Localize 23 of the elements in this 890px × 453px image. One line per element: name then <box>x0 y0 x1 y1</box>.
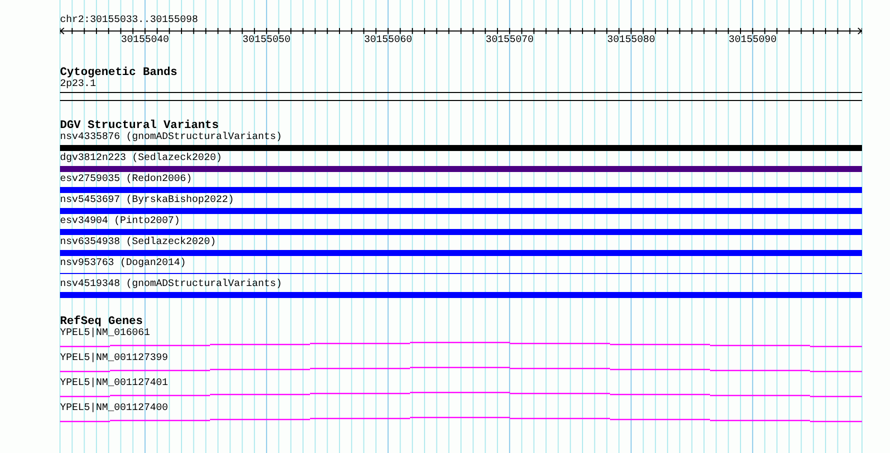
band-label: 2p23.1 <box>60 79 96 91</box>
variant-label: dgv3812n223 (Sedlazeck2020) <box>60 153 222 165</box>
gene-label: YPEL5|NM_001127399 <box>60 353 168 365</box>
variant-label: nsv953763 (Dogan2014) <box>60 258 186 270</box>
gene-label: YPEL5|NM_001127400 <box>60 403 168 415</box>
gene-label: YPEL5|NM_001127401 <box>60 378 168 390</box>
variant-label: nsv4335876 (gnomADStructuralVariants) <box>60 132 282 144</box>
tick-label: 30155060 <box>364 35 412 47</box>
region-label: chr2:30155033..30155098 <box>60 15 198 27</box>
track-title: RefSeq Genes <box>60 316 143 328</box>
tick-label: 30155040 <box>121 35 170 47</box>
variant-label: nsv5453697 (ByrskaBishop2022) <box>60 195 234 207</box>
variant-label: nsv6354938 (Sedlazeck2020) <box>60 237 216 249</box>
gene-label: YPEL5|NM_016061 <box>60 328 150 340</box>
track-title: Cytogenetic Bands <box>60 67 178 79</box>
variant-label: esv2759035 (Redon2006) <box>60 174 192 186</box>
tick-label: 30155070 <box>486 35 534 47</box>
tick-label: 30155050 <box>242 35 291 47</box>
variant-label: esv34904 (Pinto2007) <box>60 216 180 228</box>
track-title: DGV Structural Variants <box>60 120 219 132</box>
tick-label: 30155080 <box>607 35 656 47</box>
variant-label: nsv4519348 (gnomADStructuralVariants) <box>60 279 282 291</box>
tick-label: 30155090 <box>728 35 777 47</box>
